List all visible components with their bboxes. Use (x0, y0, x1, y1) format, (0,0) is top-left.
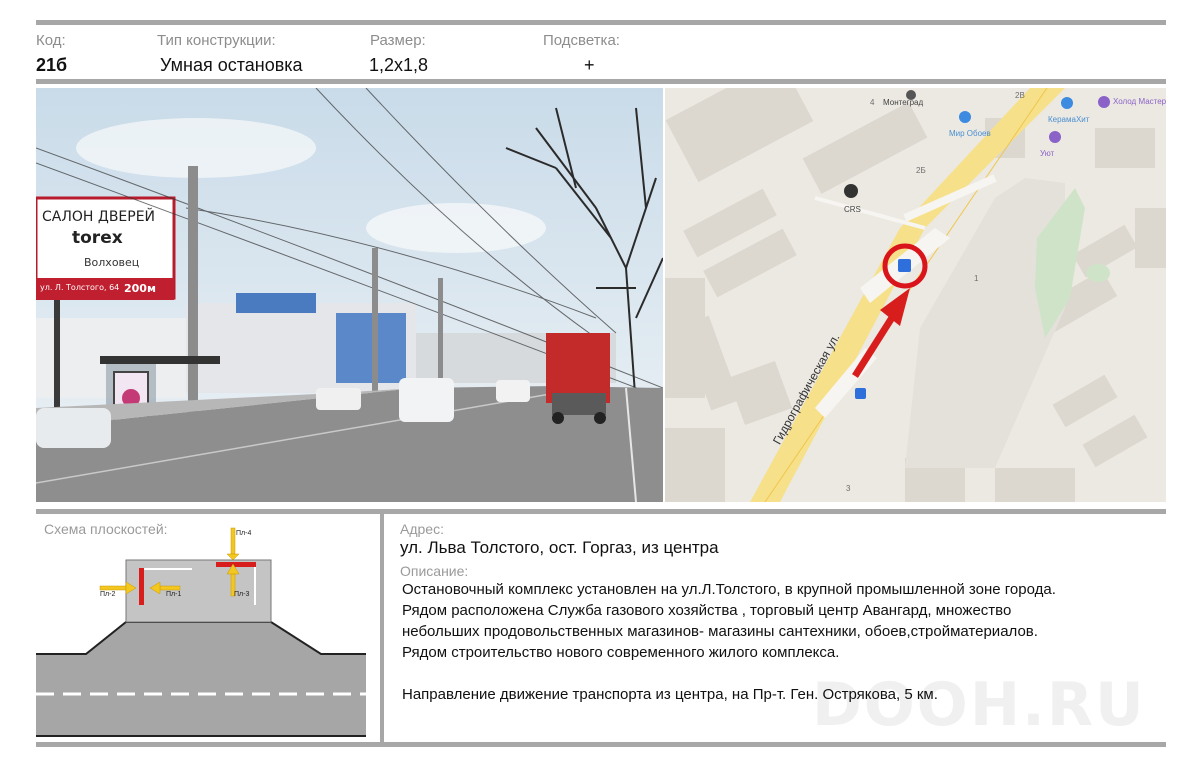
description-line-1: Остановочный комплекс установлен на ул.Л… (402, 581, 1056, 598)
billboard-line1: САЛОН ДВЕРЕЙ (42, 207, 155, 225)
description-line-4: Рядом строительство нового современного … (402, 644, 840, 661)
location-photo: САЛОН ДВЕРЕЙ torex Волховец ул. Л. Толст… (36, 88, 663, 502)
plane-3-label: Пл-3 (234, 591, 249, 598)
map-poi-crs: CRS (844, 205, 861, 214)
description-text: Остановочный комплекс установлен на ул.Л… (402, 579, 1200, 705)
address-value: ул. Льва Толстого, ост. Горгаз, из центр… (400, 538, 719, 557)
map-label-3: 3 (846, 484, 851, 493)
planes-scheme: Пл-4 Пл-2 Пл-1 Пл-3 (36, 520, 376, 742)
scheme-title: Схема плоскостей: (44, 521, 168, 537)
description-direction: Направление движение транспорта из центр… (402, 686, 938, 703)
map-poi-montegrad: Монтеград (883, 98, 924, 107)
billboard-dist: 200м (124, 282, 156, 295)
description-line-2: Рядом расположена Служба газового хозяйс… (402, 602, 1012, 619)
light-label: Подсветка: (543, 32, 620, 49)
billboard-line3: Волховец (84, 256, 139, 269)
type-label: Тип конструкции: (157, 32, 276, 49)
description-label: Описание: (400, 563, 469, 579)
map-label-1: 1 (974, 274, 979, 283)
map-poi-mir-oboev: Мир Обоев (949, 129, 991, 138)
light-value: + (584, 55, 595, 75)
planes-diagram: Пл-4 Пл-2 Пл-1 Пл-3 (36, 527, 366, 737)
street-photo-illustration: САЛОН ДВЕРЕЙ torex Волховец ул. Л. Толст… (36, 88, 663, 502)
billboard-line2: torex (72, 228, 123, 248)
header-divider (36, 79, 1166, 84)
location-map[interactable]: 4 Монтеград 2В Мир Обоев КерамаХит Холод… (665, 88, 1166, 502)
map-label-2v: 2В (1015, 91, 1025, 100)
size-label: Размер: (370, 32, 426, 49)
plane-2-label: Пл-2 (100, 591, 115, 598)
address-label: Адрес: (400, 521, 444, 537)
map-label-4: 4 (870, 98, 875, 107)
bottom-divider (36, 742, 1166, 747)
section-divider (380, 513, 384, 742)
code-label: Код: (36, 32, 66, 49)
map-illustration (665, 88, 1166, 502)
middle-divider (36, 509, 1166, 514)
description-line-3: небольших продовольственных магазинов- м… (402, 623, 1038, 640)
top-divider (36, 20, 1166, 25)
type-value: Умная остановка (160, 55, 303, 75)
plane-4-label: Пл-4 (236, 530, 251, 537)
map-label-2b: 2Б (916, 166, 926, 175)
map-poi-uyut: Уют (1040, 149, 1055, 158)
plane-1-label: Пл-1 (166, 591, 181, 598)
billboard-addr: ул. Л. Толстого, 64 (40, 283, 119, 292)
size-value: 1,2х1,8 (369, 55, 429, 75)
map-poi-keramahit: КерамаХит (1048, 115, 1090, 124)
code-value: 21б (36, 55, 68, 75)
map-poi-holod: Холод Мастер (1113, 97, 1166, 106)
